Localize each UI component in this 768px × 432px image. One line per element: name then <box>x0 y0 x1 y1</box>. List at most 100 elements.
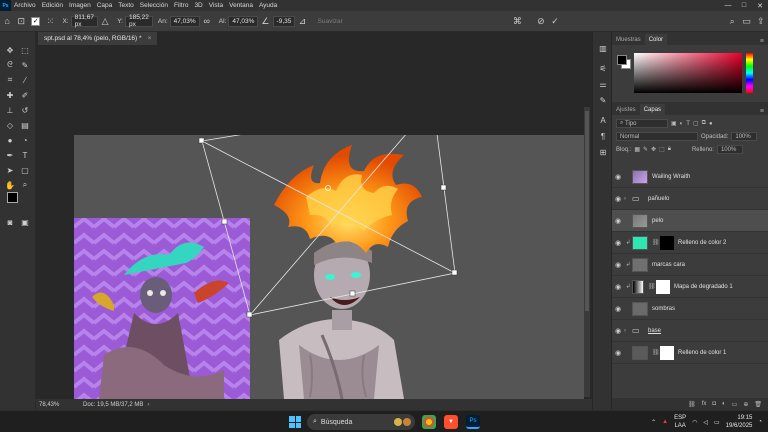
tab-capas[interactable]: Capas <box>639 104 666 115</box>
paragraph-panel-icon[interactable]: ¶ <box>597 130 609 142</box>
link-icon[interactable]: ⛓ <box>652 239 660 246</box>
delete-layer-icon[interactable]: 🗑︎ <box>754 401 762 408</box>
tab-ajustes[interactable]: Ajustes <box>612 104 640 115</box>
clone-stamp-icon[interactable]: ⊥ <box>4 104 16 116</box>
layer-row-selected[interactable]: ◉ pelo <box>612 210 768 232</box>
pen-tool-icon[interactable]: ✒ <box>4 149 16 161</box>
layer-style-icon[interactable]: fx <box>702 401 707 407</box>
eyedropper-tool-icon[interactable]: ⁄ <box>19 74 31 86</box>
link-aspect-icon[interactable]: ∞ <box>203 14 211 28</box>
history-panel-icon[interactable]: ▥ <box>597 42 609 54</box>
artboard-tool-icon[interactable]: ⬚ <box>19 44 31 56</box>
wifi-icon[interactable]: ◠ <box>692 419 697 426</box>
link-layers-icon[interactable]: ⛓ <box>688 401 696 408</box>
layer-row[interactable]: ◉ ↲ ⛓ Relleno de color 2 <box>612 232 768 254</box>
zoom-tool-icon[interactable]: ⌕ <box>19 179 31 191</box>
reference-point-icon[interactable]: ⁙ <box>46 14 55 28</box>
vertical-scrollbar[interactable] <box>584 107 590 397</box>
color-picker-field[interactable] <box>634 53 742 93</box>
menu-texto[interactable]: Texto <box>115 2 137 9</box>
adjustments-panel-icon[interactable]: ⚟ <box>597 62 609 74</box>
hand-tool-icon[interactable]: ✋ <box>4 179 16 191</box>
share-icon[interactable]: ⇪ <box>757 14 765 28</box>
menu-archivo[interactable]: Archivo <box>11 2 39 9</box>
path-select-icon[interactable]: ➤ <box>4 164 16 176</box>
brave-icon[interactable]: ▼ <box>444 415 458 429</box>
transform-handle-left[interactable] <box>221 218 228 225</box>
blend-mode-select[interactable]: Normal <box>616 132 698 141</box>
color-foreground-swatch[interactable] <box>617 55 627 65</box>
transform-handle-bottom-right[interactable] <box>451 269 458 276</box>
visibility-eye-icon[interactable]: ◉ <box>612 305 624 313</box>
commit-transform-icon[interactable]: ✓ <box>551 14 559 28</box>
new-group-icon[interactable]: ▭ <box>732 401 738 408</box>
transform-handle-bottom-left[interactable] <box>246 311 253 318</box>
quick-select-tool-icon[interactable]: ✎ <box>19 59 31 71</box>
menu-ventana[interactable]: Ventana <box>226 2 256 9</box>
canvas[interactable] <box>74 135 584 399</box>
foreground-background-swatches[interactable] <box>7 192 25 210</box>
transform-handle-top-left[interactable] <box>198 137 205 144</box>
battery-icon[interactable]: ▭ <box>714 419 720 426</box>
hue-slider[interactable] <box>746 53 753 93</box>
layer-row[interactable]: ◉ Wailing Wraith <box>612 166 768 188</box>
healing-brush-icon[interactable]: ✚ <box>4 89 16 101</box>
quick-mask-icon[interactable]: ◙ <box>4 216 16 228</box>
tab-color[interactable]: Color <box>644 34 668 45</box>
status-expand-icon[interactable]: › <box>147 402 149 408</box>
layer-filter-field[interactable]: ⌕ Tipo <box>616 119 668 128</box>
transform-handle-right[interactable] <box>440 184 447 191</box>
libraries-panel-icon[interactable]: ⊞ <box>597 146 609 158</box>
home-icon[interactable]: ⌂ <box>3 14 11 28</box>
height-field[interactable]: 47,03% <box>228 15 259 27</box>
history-brush-icon[interactable]: ↺ <box>19 104 31 116</box>
layer-row[interactable]: ◉ sombras <box>612 298 768 320</box>
menu-ayuda[interactable]: Ayuda <box>256 2 280 9</box>
lock-pixels-icon[interactable]: ▦ <box>634 146 640 153</box>
link-icon[interactable]: ⛓ <box>652 349 660 356</box>
gradient-tool-icon[interactable]: ▤ <box>19 119 31 131</box>
warp-mode-icon[interactable]: ⌘ <box>513 14 522 28</box>
chevron-right-icon[interactable]: › <box>624 196 632 202</box>
visibility-eye-icon[interactable]: ◉ <box>612 261 624 269</box>
brush-settings-icon[interactable]: ✎ <box>597 94 609 106</box>
notifications-icon[interactable]: ◔ <box>758 419 762 425</box>
menu-vista[interactable]: Vista <box>206 2 226 9</box>
transform-tool-icon[interactable]: ⊡ <box>17 14 25 28</box>
crop-tool-icon[interactable]: ⌗ <box>4 74 16 86</box>
relative-position-icon[interactable]: △ <box>101 14 109 28</box>
x-position-field[interactable]: 811,67 px <box>70 14 99 28</box>
dodge-tool-icon[interactable]: ◔ <box>19 134 31 146</box>
visibility-eye-icon[interactable]: ◉ <box>612 327 624 335</box>
fill-field[interactable]: 100% <box>716 145 743 154</box>
photoshop-taskbar-icon[interactable]: Ps <box>466 415 480 429</box>
chevron-right-icon[interactable]: › <box>624 328 632 334</box>
menu-seleccion[interactable]: Selección <box>137 2 171 9</box>
filter-smart-icon[interactable]: ⧉ <box>702 120 706 127</box>
new-adjustment-icon[interactable]: ◐ <box>722 401 726 407</box>
brush-tool-icon[interactable]: ✐ <box>19 89 31 101</box>
move-tool-icon[interactable]: ✥ <box>4 44 16 56</box>
properties-panel-icon[interactable]: ⚌ <box>597 78 609 90</box>
eraser-tool-icon[interactable]: ◇ <box>4 119 16 131</box>
close-window-button[interactable]: ✕ <box>752 0 768 11</box>
character-panel-icon[interactable]: A <box>597 114 609 126</box>
angle-field[interactable]: -9,35 <box>272 15 296 27</box>
scrollbar-thumb[interactable] <box>585 111 589 311</box>
panel-menu-icon[interactable]: ≡ <box>760 38 764 45</box>
visibility-eye-icon[interactable]: ◉ <box>612 195 624 203</box>
close-tab-icon[interactable]: × <box>148 35 152 42</box>
lock-all-icon[interactable]: 🔒︎ <box>668 146 671 153</box>
layer-row[interactable]: ◉ ↲ marcas cara <box>612 254 768 276</box>
tab-muestras[interactable]: Muestras <box>612 34 645 45</box>
cancel-transform-icon[interactable]: ⊘ <box>537 14 545 28</box>
reference-point-checkbox[interactable]: ✓ <box>31 14 41 28</box>
menu-imagen[interactable]: Imagen <box>66 2 94 9</box>
lock-paint-icon[interactable]: ✎ <box>643 146 648 153</box>
menu-filtro[interactable]: Filtro <box>171 2 191 9</box>
filter-shape-icon[interactable]: ▢ <box>693 120 699 127</box>
zoom-level[interactable]: 78,43% <box>39 402 83 408</box>
filter-adjustment-icon[interactable]: ◐ <box>680 121 684 127</box>
search-icon[interactable]: ⌕ <box>728 14 736 28</box>
tray-overflow-icon[interactable]: ⌃ <box>651 419 656 426</box>
